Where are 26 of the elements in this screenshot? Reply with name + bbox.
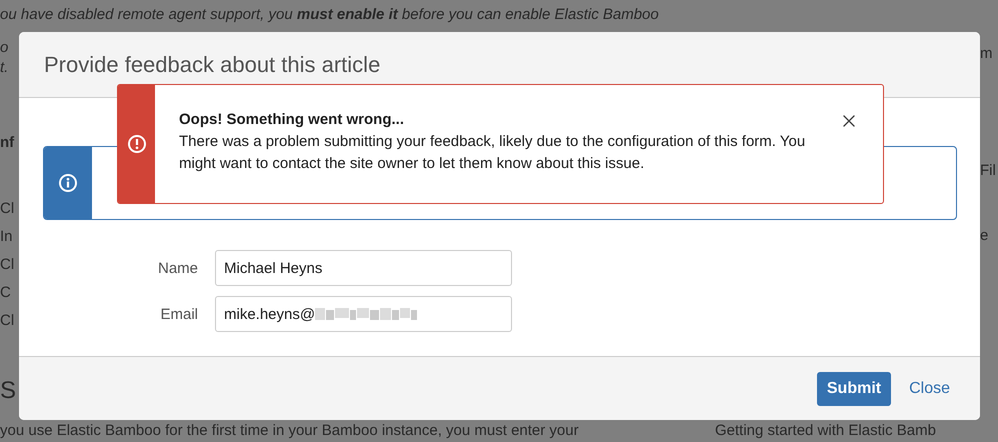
field-label: Email [159, 306, 198, 322]
background-text: In [0, 227, 13, 247]
submit-button[interactable]: Submit [816, 372, 892, 406]
background-text: Getting started with Elastic Bamb [715, 422, 936, 441]
background-text: e [980, 226, 988, 246]
background-text: m [980, 44, 992, 64]
close-link[interactable]: Close [899, 372, 960, 406]
field-label: Name [156, 260, 198, 276]
background-text: t. [0, 58, 8, 78]
background-text: C [0, 283, 11, 303]
error-icon [128, 135, 146, 153]
input-field[interactable]: Michael Heyns [215, 250, 512, 286]
background-text: nf [0, 133, 14, 153]
info-icon [59, 174, 77, 192]
error-title: Oops! Something went wrong... [179, 110, 405, 130]
background-text: ou have disabled remote agent support, you must enable it before you can enable Elastic Bamboo [0, 5, 660, 25]
error-text: There was a problem submitting your feedback, likely due to the configuration of this form. You might want to contact the site owner to let them know about this issue. [179, 132, 806, 174]
background-text: o [0, 38, 8, 58]
background-text: Fil [980, 161, 996, 181]
background-text: Cl [0, 255, 14, 275]
background-text: you use Elastic Bamboo for the first time in your Bamboo instance, you must enter your [0, 422, 580, 441]
background-text: S [0, 381, 16, 401]
background-text: Cl [0, 199, 14, 219]
dialog-title: Provide feedback about this article [44, 52, 380, 78]
input-field[interactable]: mike.heyns@ [215, 296, 512, 332]
background-text: Cl [0, 311, 14, 331]
